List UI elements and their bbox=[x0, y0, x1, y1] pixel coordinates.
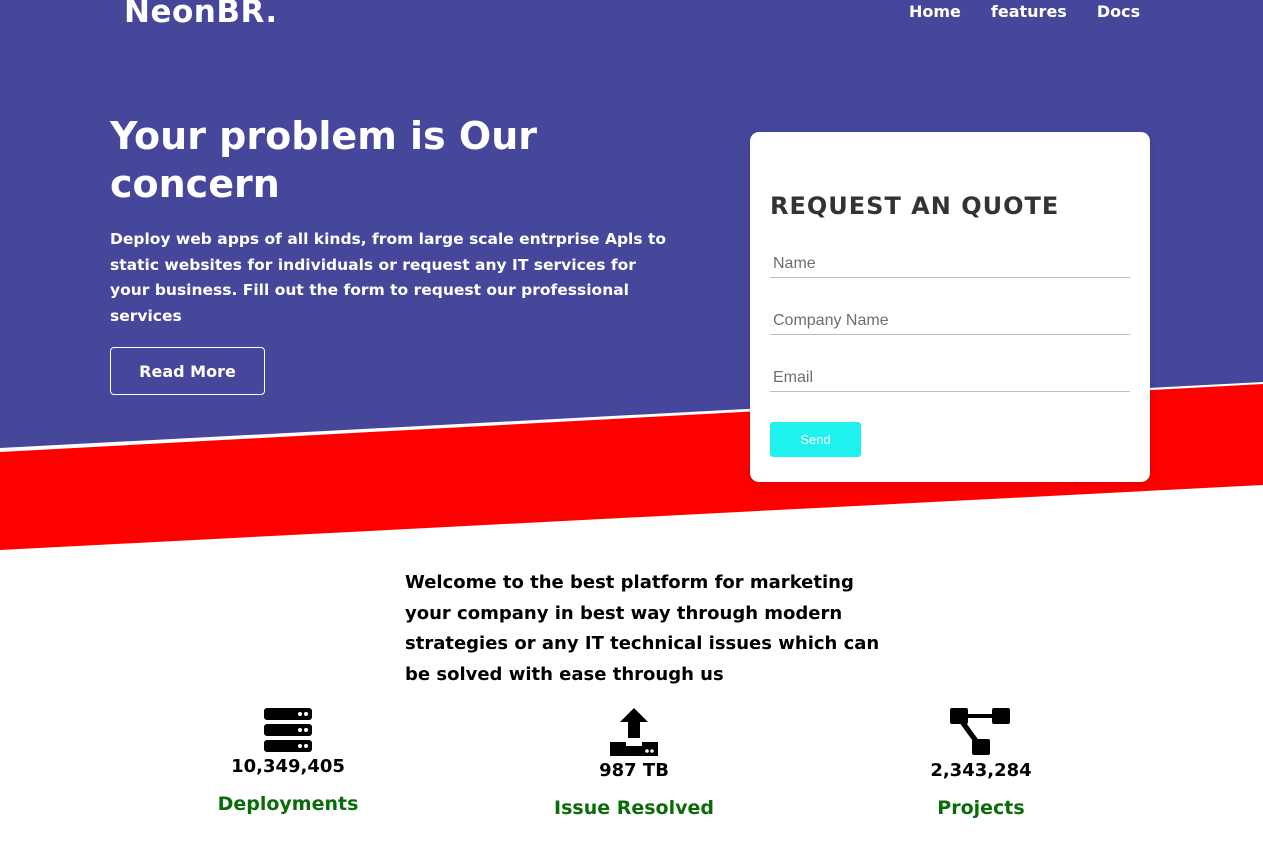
hero-description: Deploy web apps of all kinds, from large… bbox=[110, 230, 667, 325]
stat-projects: 2,343,284 Projects bbox=[861, 708, 1101, 819]
stat-value: 10,349,405 bbox=[231, 756, 345, 777]
stat-issues-resolved: 987 TB Issue Resolved bbox=[514, 708, 754, 819]
stat-label: Projects bbox=[937, 797, 1025, 819]
stat-label: Deployments bbox=[217, 793, 359, 815]
stat-deployments: 10,349,405 Deployments bbox=[168, 708, 408, 815]
nav-link-features[interactable]: features bbox=[991, 2, 1067, 21]
server-icon bbox=[264, 708, 312, 752]
welcome-text: Welcome to the best platform for marketi… bbox=[405, 572, 880, 685]
upload-icon bbox=[610, 708, 658, 756]
stat-value: 987 TB bbox=[599, 760, 669, 781]
read-more-button[interactable]: Read More bbox=[110, 347, 265, 395]
nav-link-home[interactable]: Home bbox=[909, 2, 961, 21]
quote-form-title: REQUEST AN QUOTE bbox=[770, 192, 1060, 220]
stat-value: 2,343,284 bbox=[930, 760, 1032, 781]
sitemap-icon bbox=[950, 708, 1010, 755]
main-nav: Home features Docs bbox=[909, 2, 1140, 21]
quote-form-card: REQUEST AN QUOTE Send bbox=[750, 132, 1150, 482]
name-field[interactable] bbox=[770, 250, 1130, 278]
stat-label: Issue Resolved bbox=[554, 797, 714, 819]
brand-logo[interactable]: NeonBR. bbox=[124, 0, 278, 30]
company-name-field[interactable] bbox=[770, 307, 1130, 335]
nav-link-docs[interactable]: Docs bbox=[1097, 2, 1140, 21]
hero-headline: Your problem is Our concern bbox=[110, 114, 537, 206]
send-button[interactable]: Send bbox=[770, 422, 861, 457]
email-field[interactable] bbox=[770, 364, 1130, 392]
